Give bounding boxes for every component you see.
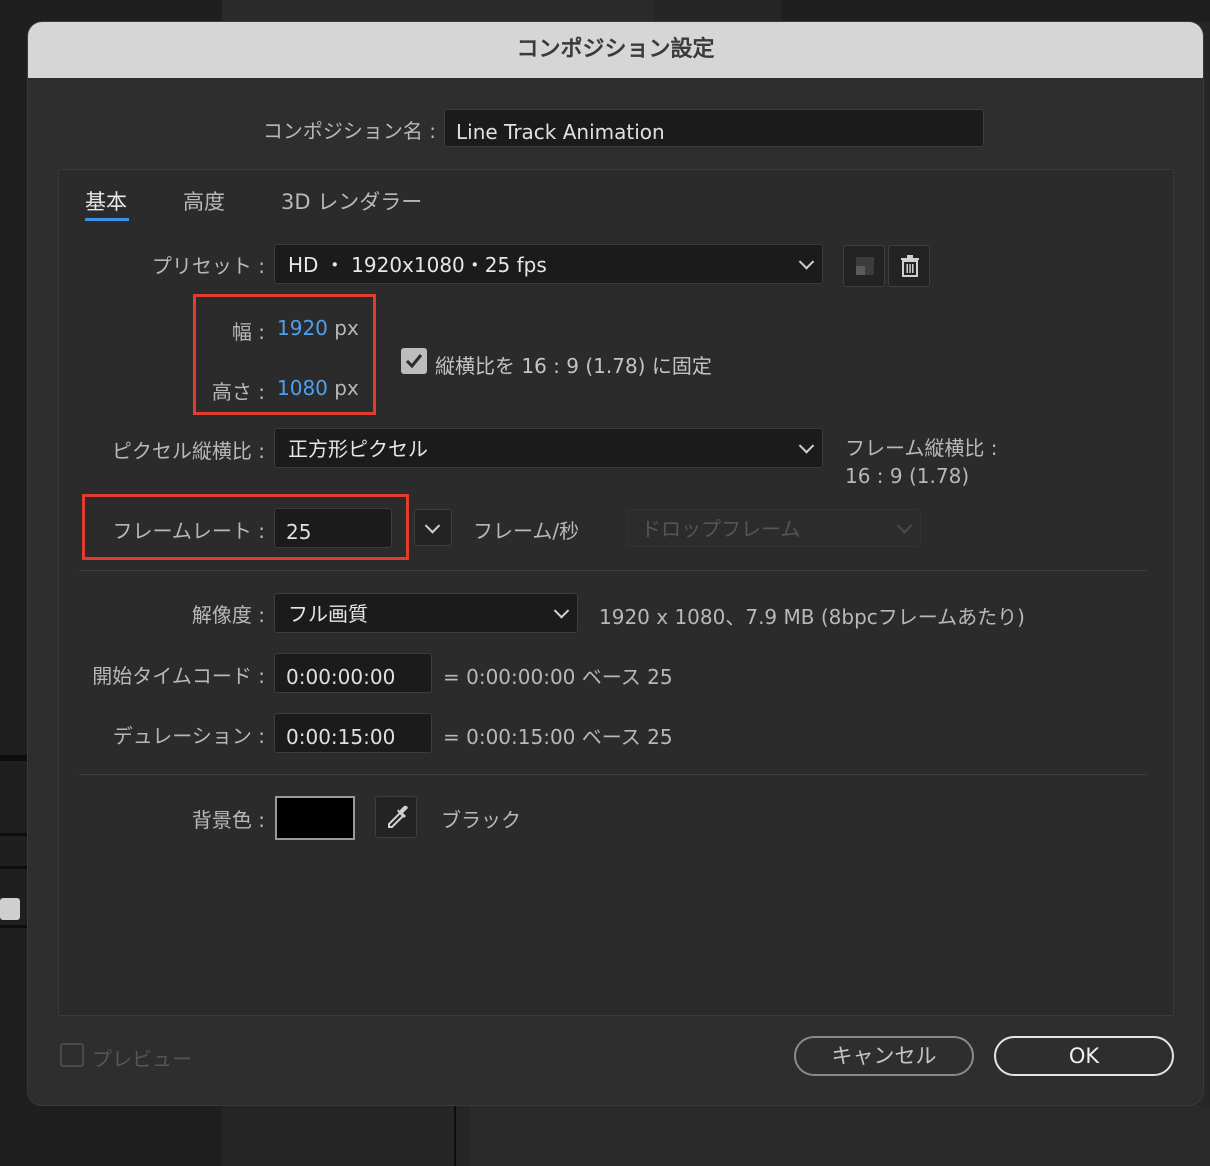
frame-aspect-label: フレーム縦横比 : <box>845 436 998 460</box>
composition-settings-dialog: コンポジション設定 コンポジション名 : Line Track Animatio… <box>28 22 1203 1105</box>
background-divider <box>0 925 28 928</box>
preset-label: プリセット : <box>151 254 265 278</box>
chevron-down-icon <box>896 518 913 534</box>
background-panel-bottom <box>470 1105 1210 1166</box>
drop-frame-value: ドロップフレーム <box>641 517 801 541</box>
width-field[interactable]: 1920 px <box>277 316 359 340</box>
eyedropper-button[interactable] <box>375 796 417 838</box>
height-label: 高さ : <box>211 380 265 404</box>
pixel-aspect-label: ピクセル縦横比 : <box>111 439 265 463</box>
comp-name-label: コンポジション名 : <box>262 119 436 143</box>
background-divider <box>0 866 28 869</box>
start-timecode-label: 開始タイムコード : <box>92 664 265 688</box>
cancel-button[interactable]: キャンセル <box>794 1036 974 1076</box>
tab-3d-renderer[interactable]: 3D レンダラー <box>281 186 422 216</box>
background-color-swatch[interactable] <box>275 796 355 840</box>
background-panel-right <box>782 0 1210 22</box>
dialog-title: コンポジション設定 <box>28 22 1203 78</box>
lock-aspect-checkbox[interactable] <box>401 348 427 374</box>
preview-label: プレビュー <box>92 1047 192 1071</box>
save-preset-button[interactable] <box>843 245 885 287</box>
tab-advanced[interactable]: 高度 <box>183 186 225 216</box>
background-color-name: ブラック <box>441 808 521 832</box>
height-unit: px <box>334 376 359 400</box>
chevron-down-icon <box>798 438 815 454</box>
chevron-down-icon <box>424 517 441 534</box>
tab-active-indicator <box>85 218 129 221</box>
resolution-label: 解像度 : <box>191 603 265 627</box>
background-divider <box>0 833 28 836</box>
resolution-info: 1920 x 1080、7.9 MB (8bpcフレームあたり) <box>599 605 1025 629</box>
frame-aspect-value: 16 : 9 (1.78) <box>845 464 970 488</box>
preview-checkbox[interactable] <box>60 1043 84 1067</box>
frame-rate-input[interactable]: 25 <box>274 508 392 548</box>
width-label: 幅 : <box>231 320 265 344</box>
eyedropper-icon <box>388 805 408 828</box>
section-divider <box>79 774 1147 775</box>
delete-preset-button[interactable] <box>888 245 930 287</box>
width-unit: px <box>334 316 359 340</box>
drop-frame-select: ドロップフレーム <box>627 509 921 547</box>
start-timecode-input[interactable]: 0:00:00:00 <box>274 653 432 693</box>
background-color-label: 背景色 : <box>191 808 265 832</box>
frame-rate-label: フレームレート : <box>112 519 266 543</box>
background-divider <box>454 1105 456 1166</box>
duration-value: 0:00:15:00 <box>286 725 396 749</box>
preset-select[interactable]: HD ・ 1920x1080・25 fps <box>274 244 823 284</box>
comp-name-value: Line Track Animation <box>456 120 665 144</box>
tab-basic[interactable]: 基本 <box>85 186 127 216</box>
resolution-select[interactable]: フル画質 <box>274 593 578 633</box>
start-timecode-info: = 0:00:00:00 ベース 25 <box>443 665 673 689</box>
chevron-down-icon <box>798 254 815 270</box>
settings-panel: 基本 高度 3D レンダラー プリセット : HD ・ 1920x1080・25… <box>58 169 1174 1016</box>
background-panel-center <box>222 0 654 22</box>
duration-label: デュレーション : <box>112 724 265 748</box>
section-divider <box>79 570 1147 571</box>
duration-input[interactable]: 0:00:15:00 <box>274 713 432 753</box>
frame-rate-value: 25 <box>286 520 312 544</box>
trash-icon <box>901 255 919 277</box>
save-preset-icon <box>856 257 874 275</box>
width-value: 1920 <box>277 316 328 340</box>
pixel-aspect-value: 正方形ピクセル <box>288 437 428 461</box>
lock-aspect-label: 縦横比を 16 : 9 (1.78) に固定 <box>435 354 712 378</box>
preset-value: HD ・ 1920x1080・25 fps <box>288 253 547 277</box>
background-divider <box>0 755 28 761</box>
height-field[interactable]: 1080 px <box>277 376 359 400</box>
background-record-icon <box>0 898 20 920</box>
duration-info: = 0:00:15:00 ベース 25 <box>443 725 673 749</box>
frame-rate-unit-label: フレーム/秒 <box>473 519 580 543</box>
checkmark-icon <box>405 354 423 369</box>
comp-name-input[interactable]: Line Track Animation <box>444 109 984 147</box>
chevron-down-icon <box>553 603 570 619</box>
height-value: 1080 <box>277 376 328 400</box>
frame-rate-dropdown-button[interactable] <box>414 509 452 546</box>
resolution-value: フル画質 <box>288 602 368 626</box>
start-timecode-value: 0:00:00:00 <box>286 665 396 689</box>
pixel-aspect-select[interactable]: 正方形ピクセル <box>274 428 823 468</box>
ok-button[interactable]: OK <box>994 1036 1174 1076</box>
